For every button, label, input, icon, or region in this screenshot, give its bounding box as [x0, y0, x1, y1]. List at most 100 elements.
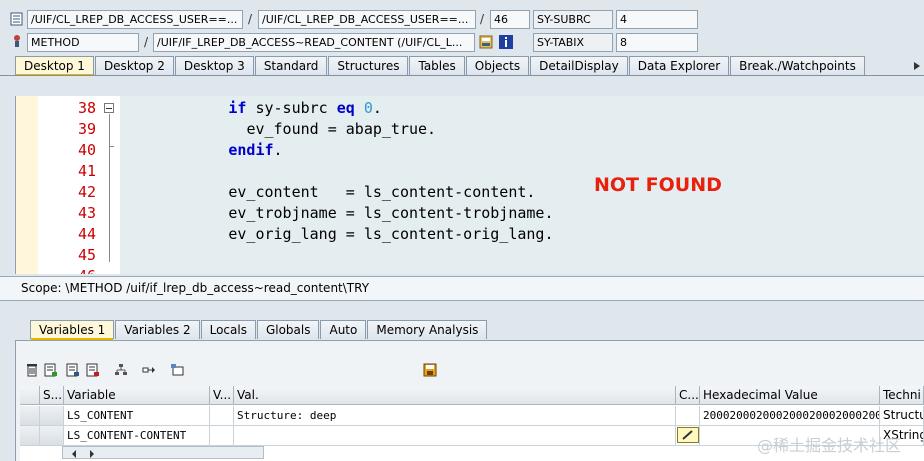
not-found-annotation: NOT FOUND — [594, 174, 722, 196]
program-field[interactable]: /UIF/CL_LREP_DB_ACCESS_USER==... — [27, 10, 243, 29]
grid-cell[interactable]: LS_CONTENT-CONTENT — [64, 426, 210, 446]
line-number: 40 — [77, 141, 96, 159]
hierarchy-icon[interactable] — [114, 363, 128, 377]
code-line[interactable] — [120, 246, 192, 264]
event-type-field[interactable]: METHOD — [27, 33, 139, 52]
info-icon[interactable] — [499, 35, 513, 49]
grid-cell[interactable]: 2000200020002000200020002000... — [700, 406, 880, 426]
column-header[interactable]: C... — [676, 386, 700, 405]
delete-icon[interactable] — [25, 363, 39, 377]
line-field[interactable]: 46 — [490, 10, 530, 29]
source-editor[interactable]: 38 39 40 41 42 43 44 45 46 if sy-subrc eq 0. ev_… — [15, 96, 924, 274]
tab-detaildisplay[interactable]: DetailDisplay — [530, 56, 628, 75]
tab-desktop-1[interactable]: Desktop 1 — [15, 56, 94, 76]
row-selector[interactable] — [40, 426, 64, 446]
number-token: 0 — [363, 99, 373, 117]
grid-cell[interactable]: LS_CONTENT — [64, 406, 210, 426]
breakpoint-gutter[interactable] — [16, 96, 38, 274]
code-line[interactable] — [120, 162, 192, 180]
folder-icon[interactable] — [170, 363, 184, 377]
fold-column — [100, 96, 120, 274]
tab-globals[interactable]: Globals — [256, 320, 320, 339]
event-field[interactable]: /UIF/IF_LREP_DB_ACCESS~READ_CONTENT (/UI… — [153, 33, 475, 52]
column-header[interactable]: S... — [40, 386, 64, 405]
grid-cell[interactable] — [210, 406, 234, 426]
scroll-left-icon[interactable] — [70, 448, 78, 458]
line-number: 39 — [77, 120, 96, 138]
edit-pencil-icon[interactable] — [677, 427, 699, 443]
tab-locals[interactable]: Locals — [200, 320, 256, 339]
save-icon[interactable] — [423, 363, 437, 377]
code-token: ev_content = ls_content-content. — [228, 183, 536, 201]
tab-tables[interactable]: Tables — [409, 56, 465, 75]
line-number: 46 — [56, 267, 96, 274]
code-token: sy-subrc — [246, 99, 337, 117]
grid-cell[interactable]: Structu — [880, 406, 924, 426]
column-header[interactable]: Variable — [64, 386, 210, 405]
event-icon — [10, 34, 24, 48]
separator: / — [248, 12, 253, 26]
code-line[interactable]: ev_found = abap_true. — [120, 120, 436, 138]
tab-auto[interactable]: Auto — [320, 320, 367, 339]
variable-tabs: Variables 1 Variables 2 Locals Globals Auto M… — [30, 320, 488, 340]
line-number: 38 — [77, 99, 96, 117]
code-token: ev_orig_lang = ls_content-orig_lang. — [228, 225, 554, 243]
keyword-token: eq — [336, 99, 355, 117]
code-line[interactable]: ev_content = ls_content-content. — [120, 183, 535, 201]
separator: / — [144, 35, 149, 49]
fold-toggle-icon[interactable] — [104, 103, 114, 113]
line-number: 41 — [77, 162, 96, 180]
chevron-right-icon[interactable] — [912, 60, 922, 74]
code-line[interactable]: endif. — [120, 141, 283, 159]
row-selector[interactable] — [20, 426, 40, 446]
code-line[interactable]: ev_orig_lang = ls_content-orig_lang. — [120, 225, 553, 243]
tab-break-watchpoints[interactable]: Break./Watchpoints — [730, 56, 865, 75]
navigate-icon[interactable] — [142, 363, 156, 377]
display-icon[interactable] — [44, 363, 58, 377]
include-field[interactable]: /UIF/CL_LREP_DB_ACCESS_USER==... — [258, 10, 476, 29]
column-header[interactable]: V... — [210, 386, 234, 405]
fold-line — [109, 114, 110, 262]
tab-structures[interactable]: Structures — [328, 56, 409, 75]
var1-name-field[interactable]: SY-SUBRC — [533, 10, 613, 29]
code-line[interactable]: if sy-subrc eq 0. — [120, 99, 382, 117]
code-token: ev_trobjname = ls_content-trobjname. — [228, 204, 554, 222]
grid-cell[interactable] — [676, 406, 700, 426]
var1-value-field[interactable]: 4 — [616, 10, 698, 29]
fold-end-mark — [109, 146, 114, 147]
column-header[interactable]: Hexadecimal Value — [700, 386, 880, 405]
tab-desktop-3[interactable]: Desktop 3 — [174, 56, 254, 75]
row-selector[interactable] — [40, 406, 64, 426]
tab-variables-2[interactable]: Variables 2 — [115, 320, 200, 339]
grid-cell[interactable] — [234, 426, 676, 446]
program-icon — [10, 12, 24, 26]
code-area[interactable]: if sy-subrc eq 0. ev_found = abap_true. … — [120, 96, 924, 274]
tab-memory-analysis[interactable]: Memory Analysis — [367, 320, 488, 339]
column-header[interactable]: Techni — [880, 386, 924, 405]
tab-variables-1[interactable]: Variables 1 — [30, 320, 115, 340]
var2-name-field[interactable]: SY-TABIX — [533, 33, 613, 52]
line-number: 43 — [77, 204, 96, 222]
code-token: . — [273, 141, 283, 159]
code-line[interactable]: ev_trobjname = ls_content-trobjname. — [120, 204, 553, 222]
code-token: ev_found = abap_true. — [246, 120, 437, 138]
separator: / — [480, 12, 485, 26]
tab-desktop-2[interactable]: Desktop 2 — [94, 56, 174, 75]
grid-cell[interactable] — [210, 426, 234, 446]
change-icon[interactable] — [66, 363, 80, 377]
display-source-icon[interactable] — [479, 35, 493, 49]
grid-corner[interactable] — [20, 386, 40, 405]
grid-cell[interactable]: Structure: deep — [234, 406, 676, 426]
row-selector[interactable] — [20, 406, 40, 426]
column-header[interactable]: Val. — [234, 386, 676, 405]
watermark: @稀土掘金技术社区 — [757, 436, 902, 455]
line-numbers: 38 39 40 41 42 43 44 45 46 — [38, 96, 100, 274]
tab-objects[interactable]: Objects — [465, 56, 530, 75]
scroll-right-icon[interactable] — [88, 448, 96, 458]
save-variables-icon[interactable] — [86, 363, 100, 377]
tab-standard[interactable]: Standard — [254, 56, 328, 75]
tab-data-explorer[interactable]: Data Explorer — [628, 56, 730, 75]
var2-value-field[interactable]: 8 — [616, 33, 698, 52]
keyword-token: endif — [228, 141, 274, 159]
